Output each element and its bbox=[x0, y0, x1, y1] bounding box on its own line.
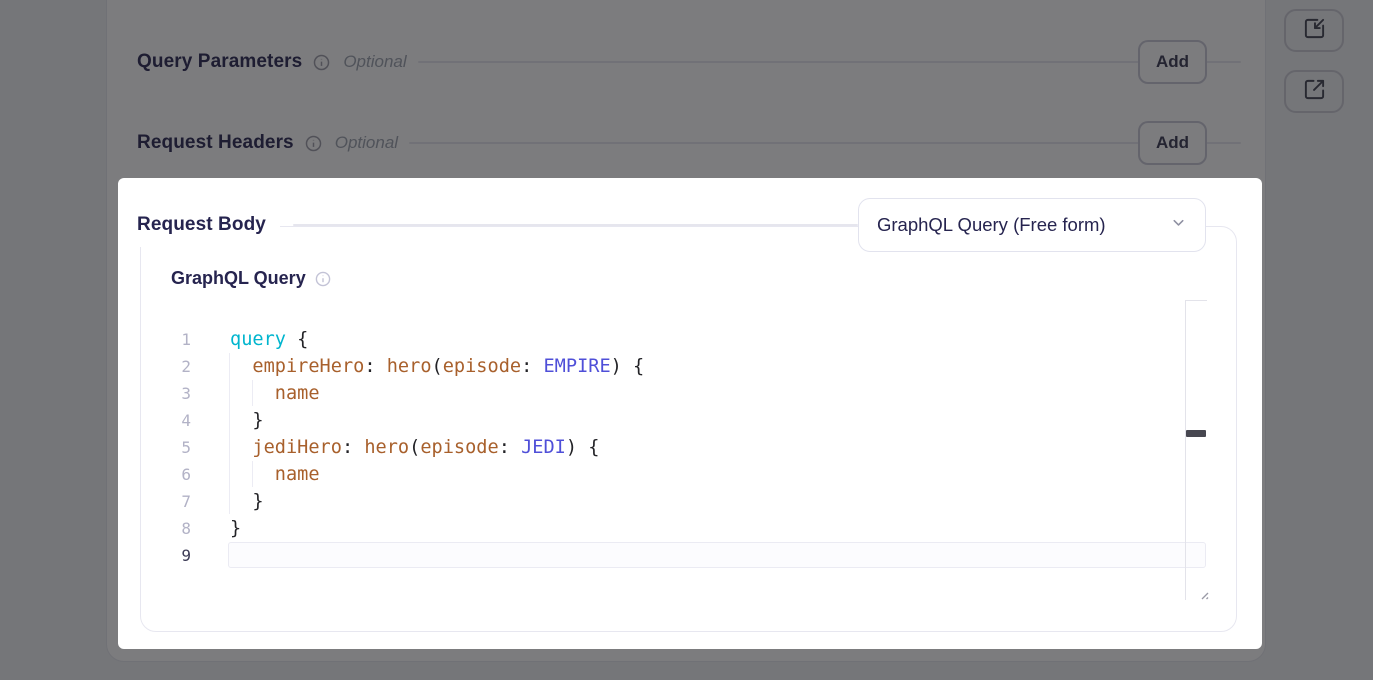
code-token: } bbox=[230, 410, 264, 431]
code-token: jediHero bbox=[252, 437, 342, 458]
info-icon[interactable] bbox=[315, 271, 331, 287]
line-number: 4 bbox=[155, 407, 191, 434]
code-token: episode bbox=[443, 356, 521, 377]
code-token: JEDI bbox=[521, 437, 566, 458]
code-token: : bbox=[521, 356, 543, 377]
scrollbar-track-cap bbox=[1185, 300, 1207, 301]
code-token: ( bbox=[432, 356, 443, 377]
code-token: ) { bbox=[566, 437, 600, 458]
code-token: : bbox=[364, 356, 386, 377]
edit-in-window-button[interactable] bbox=[1284, 9, 1344, 52]
code-line[interactable]: empireHero: hero(episode: EMPIRE) { bbox=[230, 353, 644, 380]
line-number: 9 bbox=[155, 542, 191, 569]
chevron-down-icon bbox=[1170, 214, 1187, 236]
optional-badge: Optional bbox=[343, 52, 406, 72]
open-external-button[interactable] bbox=[1284, 70, 1344, 113]
code-line[interactable]: } bbox=[230, 488, 644, 515]
add-request-header-button[interactable]: Add bbox=[1138, 121, 1207, 165]
info-icon[interactable] bbox=[313, 54, 330, 71]
code-line[interactable]: query { bbox=[230, 326, 644, 353]
code-token: } bbox=[230, 518, 241, 539]
resize-handle-icon[interactable] bbox=[1194, 585, 1210, 601]
code-token: EMPIRE bbox=[543, 356, 610, 377]
code-token bbox=[230, 437, 252, 458]
code-token: ) { bbox=[611, 356, 645, 377]
code-line[interactable]: } bbox=[230, 515, 644, 542]
scrollbar-track bbox=[1185, 300, 1186, 600]
graphql-query-label-row: GraphQL Query bbox=[171, 268, 331, 289]
info-icon[interactable] bbox=[305, 135, 322, 152]
section-divider bbox=[293, 224, 858, 226]
optional-badge: Optional bbox=[335, 133, 398, 153]
code-token: : bbox=[342, 437, 364, 458]
code-line[interactable]: name bbox=[230, 461, 644, 488]
code-token: } bbox=[230, 491, 264, 512]
arrow-into-box-icon bbox=[1303, 17, 1326, 45]
code-line[interactable] bbox=[230, 542, 644, 569]
code-token: hero bbox=[364, 437, 409, 458]
request-body-title: Request Body bbox=[137, 214, 266, 236]
editor-code: query { empireHero: hero(episode: EMPIRE… bbox=[230, 326, 644, 569]
code-token: name bbox=[275, 383, 320, 404]
code-token: hero bbox=[387, 356, 432, 377]
code-token: episode bbox=[420, 437, 498, 458]
code-token: query bbox=[230, 329, 286, 350]
code-token bbox=[230, 464, 275, 485]
request-headers-section: Request Headers Optional Add bbox=[137, 121, 1241, 165]
body-type-select-value: GraphQL Query (Free form) bbox=[877, 214, 1170, 236]
request-headers-title: Request Headers bbox=[137, 132, 294, 154]
code-token: name bbox=[275, 464, 320, 485]
line-number: 8 bbox=[155, 515, 191, 542]
scrollbar-thumb[interactable] bbox=[1186, 430, 1206, 437]
external-link-icon bbox=[1303, 78, 1326, 106]
code-token: ( bbox=[409, 437, 420, 458]
section-divider bbox=[409, 142, 1241, 144]
request-body-section: Request Body bbox=[137, 203, 858, 247]
code-line[interactable]: jediHero: hero(episode: JEDI) { bbox=[230, 434, 644, 461]
code-token: empireHero bbox=[252, 356, 364, 377]
line-number: 6 bbox=[155, 461, 191, 488]
line-number: 7 bbox=[155, 488, 191, 515]
code-token: : bbox=[499, 437, 521, 458]
line-number: 1 bbox=[155, 326, 191, 353]
page-background: { "toolbar": { "buttons": [ {"name": "ar… bbox=[0, 0, 1373, 680]
body-type-select[interactable]: GraphQL Query (Free form) bbox=[858, 198, 1206, 252]
graphql-code-editor[interactable]: 123456789 query { empireHero: hero(episo… bbox=[150, 326, 1210, 600]
code-line[interactable]: name bbox=[230, 380, 644, 407]
line-number: 3 bbox=[155, 380, 191, 407]
query-parameters-section: Query Parameters Optional Add bbox=[137, 40, 1241, 84]
editor-gutter: 123456789 bbox=[155, 326, 191, 569]
code-line[interactable]: } bbox=[230, 407, 644, 434]
graphql-query-label: GraphQL Query bbox=[171, 268, 306, 289]
code-token bbox=[230, 383, 275, 404]
section-divider bbox=[418, 61, 1241, 63]
add-query-parameter-button[interactable]: Add bbox=[1138, 40, 1207, 84]
line-number: 5 bbox=[155, 434, 191, 461]
code-token: { bbox=[286, 329, 308, 350]
code-token bbox=[230, 356, 252, 377]
query-parameters-title: Query Parameters bbox=[137, 51, 302, 73]
line-number: 2 bbox=[155, 353, 191, 380]
